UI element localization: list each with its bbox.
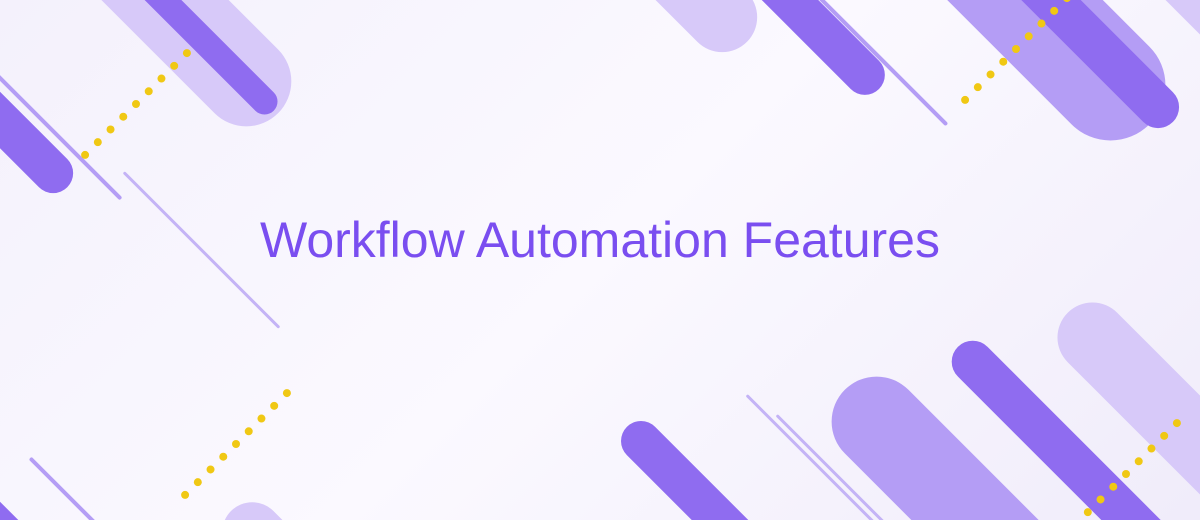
decor-line [123,171,281,329]
decor-pill [0,0,81,201]
decor-pill [538,0,771,67]
decorative-background [0,0,1200,520]
decor-dots [79,47,192,160]
decor-dots [179,387,292,500]
decor-pill [210,490,450,520]
decor-pill [0,377,93,520]
